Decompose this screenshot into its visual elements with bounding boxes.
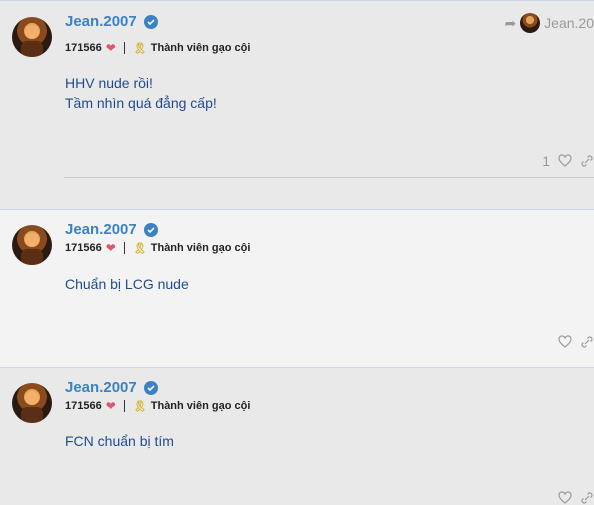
- reply-to-chip[interactable]: ➦ Jean.20: [504, 13, 594, 33]
- post-3: Jean.2007 171566 ❤ 🎗 Thành viên gạo cội …: [0, 367, 594, 504]
- username[interactable]: Jean.2007: [65, 221, 137, 238]
- avatar[interactable]: [12, 17, 52, 57]
- divider: [123, 400, 125, 412]
- award-icon: 🎗: [132, 42, 147, 55]
- heart-icon: ❤: [105, 41, 116, 55]
- post-2: Jean.2007 171566 ❤ 🎗 Thành viên gạo cội …: [0, 209, 594, 367]
- avatar[interactable]: [12, 383, 52, 423]
- user-meta: 171566 ❤ 🎗 Thành viên gạo cội: [65, 41, 250, 55]
- link-icon[interactable]: [580, 491, 594, 505]
- link-icon[interactable]: [580, 154, 594, 168]
- reply-arrow-icon: ➦: [504, 14, 517, 31]
- post-body: FCN chuẩn bị tím: [65, 431, 174, 451]
- verified-check-icon: [144, 381, 158, 395]
- heart-icon[interactable]: [558, 154, 572, 168]
- award-icon: 🎗: [132, 400, 147, 413]
- reply-avatar: [520, 13, 541, 33]
- score: 171566: [65, 42, 102, 54]
- award-icon: 🎗: [132, 242, 147, 255]
- user-meta: 171566 ❤ 🎗 Thành viên gạo cội: [65, 241, 250, 255]
- reply-username: Jean.20: [544, 15, 594, 31]
- like-count: 1: [542, 153, 550, 169]
- heart-icon: ❤: [105, 399, 116, 413]
- username[interactable]: Jean.2007: [65, 13, 137, 30]
- post-actions: 1: [542, 153, 594, 169]
- post-body: Chuẩn bị LCG nude: [65, 274, 189, 294]
- rank-label: Thành viên gạo cội: [150, 400, 251, 412]
- post-line: Tầm nhìn quá đẳng cấp!: [65, 95, 217, 111]
- verified-check-icon: [144, 223, 158, 237]
- post-line: FCN chuẩn bị tím: [65, 433, 174, 449]
- username[interactable]: Jean.2007: [65, 379, 137, 396]
- post-top-border: [0, 209, 594, 210]
- divider: [123, 242, 125, 254]
- post-1: Jean.2007 171566 ❤ 🎗 Thành viên gạo cội …: [0, 0, 594, 209]
- post-top-border: [0, 0, 594, 1]
- post-divider: [64, 177, 594, 178]
- divider: [123, 42, 125, 54]
- user-meta: 171566 ❤ 🎗 Thành viên gạo cội: [65, 399, 250, 413]
- verified-check-icon: [144, 15, 158, 29]
- post-body: HHV nude rồi! Tầm nhìn quá đẳng cấp!: [65, 73, 217, 113]
- rank-label: Thành viên gạo cội: [150, 242, 251, 254]
- rank-label: Thành viên gạo cội: [150, 42, 251, 54]
- heart-icon[interactable]: [558, 335, 572, 349]
- post-actions: [558, 335, 594, 349]
- heart-icon: ❤: [105, 241, 116, 255]
- post-top-border: [0, 367, 594, 368]
- heart-icon[interactable]: [558, 491, 572, 505]
- post-line: Chuẩn bị LCG nude: [65, 276, 189, 292]
- link-icon[interactable]: [580, 335, 594, 349]
- score: 171566: [65, 242, 102, 254]
- post-line: HHV nude rồi!: [65, 75, 153, 91]
- post-actions: [558, 491, 594, 505]
- score: 171566: [65, 400, 102, 412]
- avatar[interactable]: [12, 225, 52, 265]
